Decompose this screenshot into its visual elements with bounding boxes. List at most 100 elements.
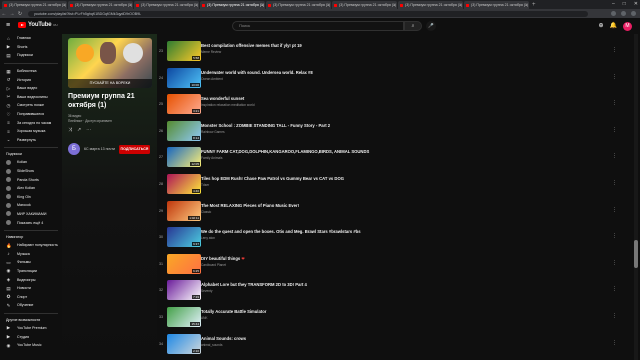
- more-options-icon[interactable]: ⋮: [612, 180, 617, 186]
- close-tab-icon[interactable]: ×: [459, 1, 461, 9]
- sidebar-item[interactable]: ▶ Shorts: [0, 43, 62, 52]
- video-thumbnail[interactable]: 8:14: [167, 120, 201, 141]
- create-video-icon[interactable]: ⊕: [598, 21, 603, 31]
- video-title[interactable]: Alphabet Lore but they TRANSFORM 2D to 3…: [201, 282, 307, 287]
- browser-tab[interactable]: (3) Премиум группа 21 октября (1) ×: [200, 1, 265, 9]
- sidebar-item[interactable]: 🔥 Набирают популярность: [0, 241, 62, 250]
- more-options-icon[interactable]: ⋮: [612, 233, 617, 239]
- more-options-icon[interactable]: ⋮: [612, 100, 617, 106]
- video-title[interactable]: DIY beautiful things ❤: [201, 256, 245, 261]
- playlist-video-row[interactable]: 27 12:05 FUNNY FARM CAT,DOG,DOLPHIN,KANGAR…: [157, 147, 617, 171]
- video-thumbnail[interactable]: 1:02:11: [167, 200, 201, 221]
- close-tab-icon[interactable]: ×: [393, 1, 395, 9]
- close-tab-icon[interactable]: ×: [195, 1, 197, 9]
- profile-icon[interactable]: [621, 10, 626, 16]
- sidebar-item[interactable]: SlideShow: [0, 167, 62, 176]
- video-channel[interactable]: animal_sounds: [201, 343, 222, 347]
- more-options-icon[interactable]: ⋮: [612, 74, 617, 80]
- sidebar-item[interactable]: ▶ Студия: [0, 332, 62, 341]
- playlist-video-row[interactable]: 26 8:14 Monster School : ZOMBIE STANDING T…: [157, 120, 617, 145]
- sidebar-item[interactable]: ▦ Библиотека: [0, 67, 62, 76]
- forward-icon[interactable]: →: [8, 11, 16, 17]
- playlist-video-row[interactable]: 25 3:21 Sea wonderful sunset Inspiration re…: [157, 94, 617, 118]
- sidebar-item[interactable]: ▤ Новости: [0, 284, 62, 293]
- youtube-logo[interactable]: YouTube RU: [18, 22, 58, 28]
- sidebar-item[interactable]: Kolian: [0, 158, 62, 167]
- video-title[interactable]: Sea wonderful sunset: [201, 96, 244, 101]
- more-options-icon[interactable]: ⋯: [86, 127, 91, 133]
- more-options-icon[interactable]: ⋮: [612, 286, 617, 292]
- scrollbar[interactable]: [634, 34, 638, 360]
- account-avatar[interactable]: M: [623, 21, 632, 31]
- playlist-video-row[interactable]: 33 15:44 Totally Accurate Battle Simulator…: [157, 307, 617, 331]
- playlist-video-row[interactable]: 23 5:58 Best compilation offensive memes t…: [157, 41, 617, 65]
- sidebar-item[interactable]: ▭ Фильмы: [0, 258, 62, 267]
- playlist-video-row[interactable]: 24 10:00 Underwater world with sound. Unde…: [157, 67, 617, 92]
- url-field[interactable]: youtube.com/playlist?list=PLrFh5ghqK1BDG…: [28, 10, 588, 17]
- playlist-video-row[interactable]: 29 1:02:11 The Most RELAXING Pieces of Pia…: [157, 200, 617, 225]
- sidebar-item[interactable]: ⌂ Главная: [0, 34, 62, 43]
- video-title[interactable]: FUNNY FARM CAT,DOG,DOLPHIN,KANGAROO,FLAM…: [201, 149, 369, 154]
- sidebar-item[interactable]: ◉ YouTube Music: [0, 341, 62, 350]
- sidebar-item[interactable]: King Oln: [0, 193, 62, 202]
- notifications-icon[interactable]: 🔔: [610, 21, 617, 31]
- minimize-icon[interactable]: –: [612, 0, 615, 9]
- hamburger-menu-icon[interactable]: ≡: [6, 22, 10, 29]
- maximize-icon[interactable]: □: [623, 0, 626, 9]
- sidebar-item[interactable]: ▷ Ваши видео: [0, 84, 62, 93]
- sidebar-item[interactable]: ▶ YouTube Premium: [0, 324, 62, 333]
- sidebar-item[interactable]: ▤ Подписки: [0, 51, 62, 60]
- video-channel[interactable]: Family Animals: [201, 156, 222, 160]
- video-channel[interactable]: Rainbow Games: [201, 130, 225, 134]
- reload-icon[interactable]: ↻: [16, 11, 24, 17]
- video-channel[interactable]: Meme Review: [201, 50, 221, 54]
- close-tab-icon[interactable]: ×: [129, 1, 131, 9]
- sidebar-item[interactable]: Alex Kolian: [0, 184, 62, 193]
- video-channel[interactable]: Cardboard Planet: [201, 263, 226, 267]
- video-thumbnail[interactable]: 6:25: [167, 253, 201, 274]
- new-tab-button[interactable]: +: [532, 1, 536, 9]
- video-thumbnail[interactable]: 3:21: [167, 94, 201, 115]
- sidebar-item[interactable]: Показать ещё 4: [0, 218, 62, 227]
- scrollbar-thumb[interactable]: [634, 240, 638, 268]
- playlist-cover[interactable]: ПУСКАЙТЕ НА ВОРЕКИ: [68, 38, 152, 88]
- browser-tab[interactable]: (3) Премиум группа 21 октября (1) ×: [68, 1, 133, 9]
- browser-tab[interactable]: (3) Премиум группа 21 октября (1) ×: [332, 1, 397, 9]
- sidebar-item[interactable]: ≡ За сегодня по часам: [0, 118, 62, 127]
- video-channel[interactable]: Seventy: [201, 289, 213, 293]
- browser-tab[interactable]: (3) Премиум группа 21 октября (1) ×: [2, 1, 67, 9]
- video-channel[interactable]: Classic: [201, 210, 211, 214]
- video-title[interactable]: We do the quest and open the boxes. Otis…: [201, 229, 361, 234]
- video-thumbnail[interactable]: 7:19: [167, 280, 201, 301]
- sidebar-item[interactable]: Panda Shorts: [0, 175, 62, 184]
- playlist-video-row[interactable]: 32 7:19 Alphabet Lore but they TRANSFORM 2…: [157, 280, 617, 304]
- video-title[interactable]: Monster School : ZOMBIE STANDING TALL - …: [201, 123, 330, 128]
- sidebar-item[interactable]: ◈ Видеоигры: [0, 275, 62, 284]
- video-thumbnail[interactable]: 5:58: [167, 41, 201, 61]
- more-options-icon[interactable]: ⋮: [612, 340, 617, 346]
- search-input[interactable]: Поиск: [232, 21, 404, 31]
- search-button[interactable]: ⌕: [404, 21, 422, 31]
- close-tab-icon[interactable]: ×: [525, 1, 527, 9]
- video-title[interactable]: Underwater world with sound. Undersea wo…: [201, 70, 313, 75]
- sidebar-item[interactable]: ≡ Хорошая музыка: [0, 127, 62, 136]
- video-title[interactable]: Tiles hop EDM Rush! Chase Paw Patrol vs …: [201, 176, 344, 181]
- owner-avatar[interactable]: Б: [68, 143, 80, 155]
- browser-tab[interactable]: (3) Премиум группа 21 октября (1) ×: [134, 1, 199, 9]
- voice-search-button[interactable]: 🎤: [426, 21, 436, 31]
- sidebar-item[interactable]: ◷ Смотреть позже: [0, 101, 62, 110]
- browser-tab[interactable]: (3) Премиум группа 21 октября (1) ×: [266, 1, 331, 9]
- sidebar-item[interactable]: ♪ Музыка: [0, 249, 62, 258]
- browser-tab[interactable]: (3) Премиум группа 21 октября (1) ×: [464, 1, 529, 9]
- sidebar-item[interactable]: ✎ Обучение: [0, 301, 62, 310]
- sidebar-item[interactable]: ↺ История: [0, 75, 62, 84]
- extension-icon[interactable]: [611, 10, 616, 16]
- more-options-icon[interactable]: ⋮: [612, 260, 617, 266]
- close-tab-icon[interactable]: ×: [63, 1, 65, 9]
- subscribe-button[interactable]: ПОДПИСАТЬСЯ: [118, 144, 150, 154]
- sidebar-item[interactable]: МИР ХАКИМАМИ: [0, 210, 62, 219]
- video-channel[interactable]: Ocean Ambient: [201, 77, 223, 81]
- sidebar-item[interactable]: ⌄ Развернуть: [0, 136, 62, 145]
- browser-tab[interactable]: (3) Премиум группа 21 октября (1) ×: [398, 1, 463, 9]
- more-options-icon[interactable]: ⋮: [612, 153, 617, 159]
